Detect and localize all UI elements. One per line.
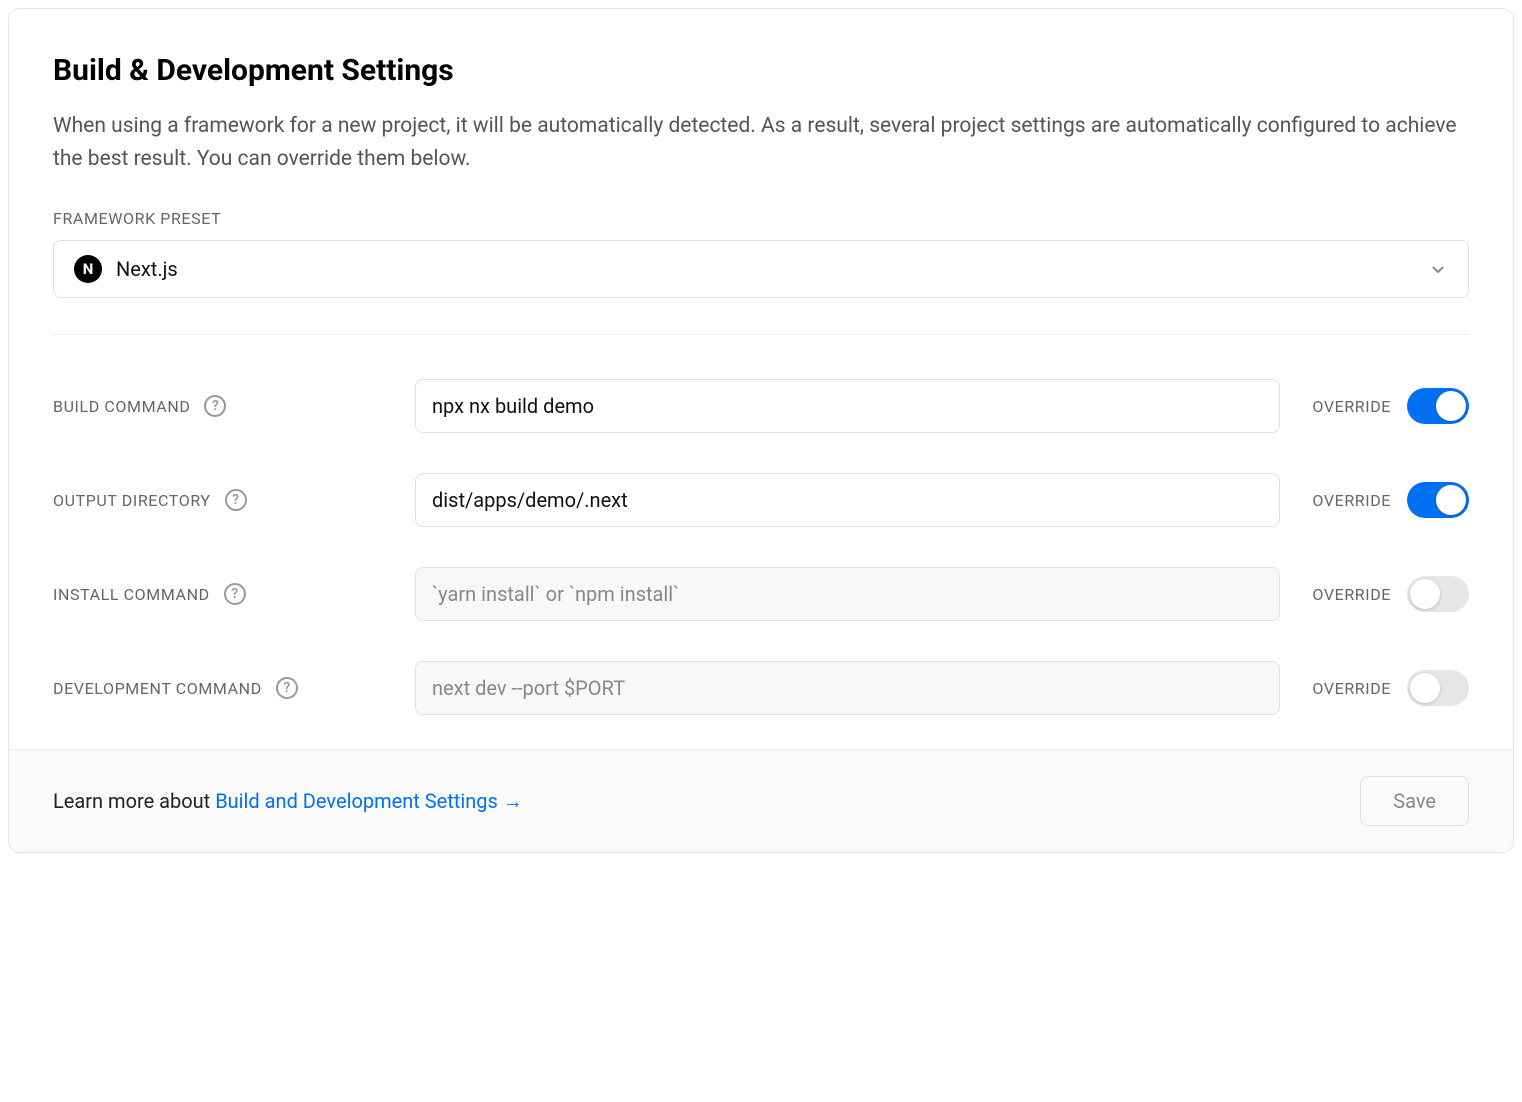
arrow-right-icon: → — [503, 789, 523, 813]
help-icon[interactable]: ? — [224, 583, 246, 605]
install-command-label-group: INSTALL COMMAND ? — [53, 583, 383, 605]
card-body: Build & Development Settings When using … — [9, 9, 1513, 749]
override-label: OVERRIDE — [1312, 585, 1391, 604]
help-icon[interactable]: ? — [276, 677, 298, 699]
nextjs-icon: N — [74, 255, 102, 283]
learn-more-prefix: Learn more about — [53, 789, 215, 813]
development-command-override-group: OVERRIDE — [1312, 670, 1469, 706]
development-command-toggle[interactable] — [1407, 670, 1469, 706]
override-label: OVERRIDE — [1312, 491, 1391, 510]
install-command-override-group: OVERRIDE — [1312, 576, 1469, 612]
chevron-down-icon — [1428, 259, 1448, 279]
nextjs-icon-letter: N — [83, 260, 94, 278]
description-text: When using a framework for a new project… — [53, 110, 1469, 175]
install-command-input — [415, 567, 1280, 621]
development-command-input — [415, 661, 1280, 715]
learn-more-link[interactable]: Build and Development Settings → — [215, 789, 523, 813]
card-footer: Learn more about Build and Development S… — [9, 749, 1513, 852]
output-directory-label-group: OUTPUT DIRECTORY ? — [53, 489, 383, 511]
build-command-row: BUILD COMMAND ? OVERRIDE — [53, 339, 1469, 433]
override-label: OVERRIDE — [1312, 397, 1391, 416]
output-directory-input[interactable] — [415, 473, 1280, 527]
build-command-override-group: OVERRIDE — [1312, 388, 1469, 424]
output-directory-override-group: OVERRIDE — [1312, 482, 1469, 518]
settings-card: Build & Development Settings When using … — [8, 8, 1514, 853]
build-command-label-group: BUILD COMMAND ? — [53, 395, 383, 417]
override-label: OVERRIDE — [1312, 679, 1391, 698]
learn-more-link-text: Build and Development Settings — [215, 789, 503, 813]
page-title: Build & Development Settings — [53, 53, 1469, 88]
development-command-row: DEVELOPMENT COMMAND ? OVERRIDE — [53, 621, 1469, 715]
save-button[interactable]: Save — [1360, 776, 1469, 826]
development-command-label-group: DEVELOPMENT COMMAND ? — [53, 677, 383, 699]
output-directory-toggle[interactable] — [1407, 482, 1469, 518]
install-command-toggle[interactable] — [1407, 576, 1469, 612]
framework-preset-label: FRAMEWORK PRESET — [53, 209, 1469, 228]
footer-text: Learn more about Build and Development S… — [53, 789, 523, 814]
framework-select-left: N Next.js — [74, 255, 178, 283]
build-command-toggle[interactable] — [1407, 388, 1469, 424]
install-command-label: INSTALL COMMAND — [53, 585, 210, 604]
build-command-input[interactable] — [415, 379, 1280, 433]
build-command-label: BUILD COMMAND — [53, 397, 190, 416]
development-command-label: DEVELOPMENT COMMAND — [53, 679, 262, 698]
install-command-row: INSTALL COMMAND ? OVERRIDE — [53, 527, 1469, 621]
output-directory-row: OUTPUT DIRECTORY ? OVERRIDE — [53, 433, 1469, 527]
help-icon[interactable]: ? — [225, 489, 247, 511]
framework-select-value: Next.js — [116, 257, 178, 281]
framework-select[interactable]: N Next.js — [53, 240, 1469, 298]
divider — [53, 334, 1469, 335]
help-icon[interactable]: ? — [204, 395, 226, 417]
output-directory-label: OUTPUT DIRECTORY — [53, 491, 211, 510]
